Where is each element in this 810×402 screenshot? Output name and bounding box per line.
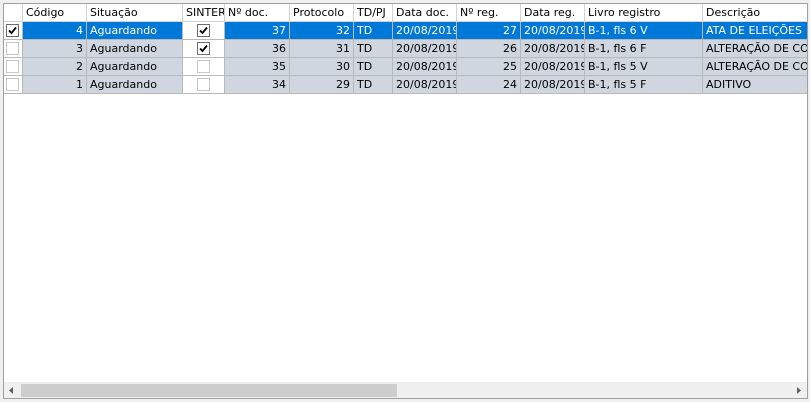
- cell-protocolo: 30: [290, 58, 354, 76]
- cell-num-doc: 36: [225, 40, 290, 58]
- cell-sinter[interactable]: [183, 22, 225, 40]
- scroll-right-button[interactable]: [792, 383, 807, 398]
- cell-descricao: ATA DE ELEIÇÕES: [703, 22, 807, 40]
- cell-data-doc: 20/08/2019: [393, 76, 457, 94]
- cell-livro: B-1, fls 6 V: [585, 22, 703, 40]
- cell-num-reg: 25: [457, 58, 521, 76]
- header-livro[interactable]: Livro registro: [585, 4, 703, 22]
- scroll-left-button[interactable]: [4, 383, 19, 398]
- checkmark-icon: [8, 26, 17, 34]
- cell-livro: B-1, fls 5 F: [585, 76, 703, 94]
- cell-data-reg: 20/08/2019: [521, 22, 585, 40]
- cell-num-reg: 27: [457, 22, 521, 40]
- cell-num-doc: 37: [225, 22, 290, 40]
- cell-descricao: ALTERAÇÃO DE CON: [703, 58, 807, 76]
- cell-data-doc: 20/08/2019: [393, 58, 457, 76]
- scrollbar-thumb[interactable]: [21, 384, 397, 397]
- header-data-reg[interactable]: Data reg.: [521, 4, 585, 22]
- grid-header: Código Situação SINTER Nº doc. Protocolo TD/P…: [4, 4, 807, 22]
- cell-sinter[interactable]: [183, 40, 225, 58]
- table-row[interactable]: 2 Aguardando 35 30 TD 20/08/2019 25 20/08/2019 B…: [4, 58, 807, 76]
- cell-descricao: ALTERAÇÃO DE CON: [703, 40, 807, 58]
- header-data-doc[interactable]: Data doc.: [393, 4, 457, 22]
- cell-codigo: 3: [23, 40, 87, 58]
- cell-td-pj: TD: [354, 58, 393, 76]
- header-td-pj[interactable]: TD/PJ: [354, 4, 393, 22]
- sinter-checkbox[interactable]: [196, 77, 210, 91]
- cell-livro: B-1, fls 6 F: [585, 40, 703, 58]
- header-num-reg[interactable]: Nº reg.: [457, 4, 521, 22]
- cell-num-doc: 35: [225, 58, 290, 76]
- cell-num-reg: 26: [457, 40, 521, 58]
- arrow-right-icon: [797, 387, 801, 394]
- sinter-checkbox[interactable]: [196, 59, 210, 73]
- arrow-left-icon: [9, 387, 13, 394]
- row-select-checkbox[interactable]: [6, 77, 19, 91]
- row-select-checkbox[interactable]: [6, 41, 19, 55]
- sinter-checkbox[interactable]: [196, 41, 210, 55]
- cell-data-reg: 20/08/2019: [521, 76, 585, 94]
- header-protocolo[interactable]: Protocolo: [290, 4, 354, 22]
- cell-protocolo: 32: [290, 22, 354, 40]
- cell-codigo: 4: [23, 22, 87, 40]
- cell-sinter[interactable]: [183, 58, 225, 76]
- cell-protocolo: 31: [290, 40, 354, 58]
- cell-data-reg: 20/08/2019: [521, 40, 585, 58]
- cell-situacao: Aguardando: [87, 76, 183, 94]
- header-codigo[interactable]: Código: [23, 4, 87, 22]
- cell-codigo: 2: [23, 58, 87, 76]
- cell-data-reg: 20/08/2019: [521, 58, 585, 76]
- checkmark-icon: [198, 26, 208, 34]
- sinter-checkbox[interactable]: [196, 23, 210, 37]
- cell-num-reg: 24: [457, 76, 521, 94]
- row-select-checkbox[interactable]: [6, 23, 19, 37]
- table-row[interactable]: 3 Aguardando 36 31 TD 20/08/2019 26 20/08/2019 B…: [4, 40, 807, 58]
- cell-data-doc: 20/08/2019: [393, 40, 457, 58]
- checkmark-icon: [198, 44, 208, 52]
- cell-descricao: ADITIVO: [703, 76, 807, 94]
- header-num-doc[interactable]: Nº doc.: [225, 4, 290, 22]
- row-select-checkbox[interactable]: [6, 59, 19, 73]
- cell-codigo: 1: [23, 76, 87, 94]
- header-sinter[interactable]: SINTER: [183, 4, 225, 22]
- cell-situacao: Aguardando: [87, 40, 183, 58]
- cell-situacao: Aguardando: [87, 58, 183, 76]
- cell-sinter[interactable]: [183, 76, 225, 94]
- cell-td-pj: TD: [354, 76, 393, 94]
- header-descricao[interactable]: Descrição: [703, 4, 807, 22]
- cell-check[interactable]: [4, 22, 23, 40]
- cell-situacao: Aguardando: [87, 22, 183, 40]
- records-grid[interactable]: Código Situação SINTER Nº doc. Protocolo TD/P…: [3, 3, 808, 399]
- cell-check[interactable]: [4, 58, 23, 76]
- header-situacao[interactable]: Situação: [87, 4, 183, 22]
- cell-num-doc: 34: [225, 76, 290, 94]
- table-row[interactable]: 1 Aguardando 34 29 TD 20/08/2019 24 20/08/2019 B…: [4, 76, 807, 94]
- cell-check[interactable]: [4, 40, 23, 58]
- cell-protocolo: 29: [290, 76, 354, 94]
- cell-td-pj: TD: [354, 40, 393, 58]
- cell-check[interactable]: [4, 76, 23, 94]
- header-check[interactable]: [4, 4, 23, 22]
- cell-td-pj: TD: [354, 22, 393, 40]
- table-row[interactable]: 4 Aguardando 37 32 TD 20/08/2019 27 20/08/2019 B…: [4, 22, 807, 40]
- cell-livro: B-1, fls 5 V: [585, 58, 703, 76]
- horizontal-scrollbar[interactable]: [4, 382, 807, 398]
- cell-data-doc: 20/08/2019: [393, 22, 457, 40]
